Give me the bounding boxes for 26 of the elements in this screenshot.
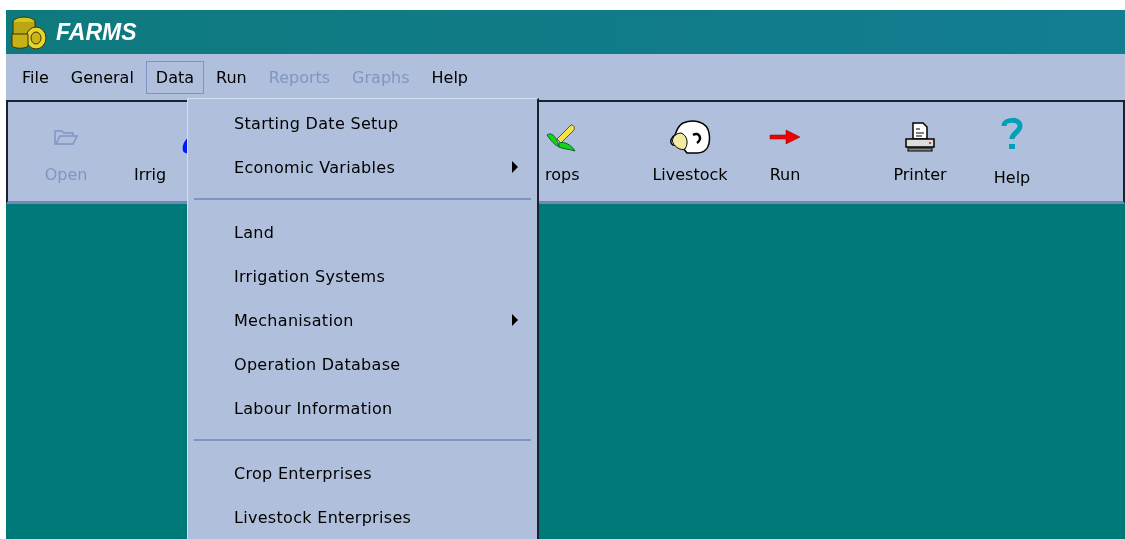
menu-item[interactable]: Irrigation Systems (188, 254, 537, 298)
toolbar-button[interactable]: Printer (860, 102, 980, 201)
toolbar-button[interactable]: Run (750, 102, 820, 201)
menu-item[interactable]: Mechanisation (188, 298, 537, 342)
menu-item[interactable]: Crop Enterprises (188, 451, 537, 495)
menu-item[interactable]: Starting Date Setup (188, 101, 537, 145)
menu-item[interactable]: Help (421, 60, 478, 94)
toolbar-button[interactable]: Livestock (630, 102, 750, 201)
window-title: FARMS (56, 18, 137, 46)
folder-icon (53, 127, 79, 146)
coins-icon (10, 14, 48, 50)
question-mark-icon (1001, 116, 1023, 151)
menu-item[interactable]: General (60, 60, 144, 94)
toolbar-button[interactable]: Help (980, 102, 1044, 201)
toolbar-button[interactable]: rops (545, 102, 630, 201)
menu-item[interactable]: Run (206, 60, 257, 94)
arrow-icon (769, 128, 801, 145)
menu-item[interactable]: Livestock Enterprises (188, 495, 537, 539)
menu-item[interactable]: Land (188, 210, 537, 254)
menu-item[interactable]: Labour Information (188, 386, 537, 430)
sheep-head-icon (669, 118, 711, 155)
menu-item[interactable]: File (12, 60, 59, 94)
menu-item[interactable]: Data (145, 60, 205, 94)
menu-item[interactable]: Operation Database (188, 342, 537, 386)
menu-item[interactable]: Economic Variables (188, 145, 537, 189)
printer-icon (904, 120, 936, 153)
